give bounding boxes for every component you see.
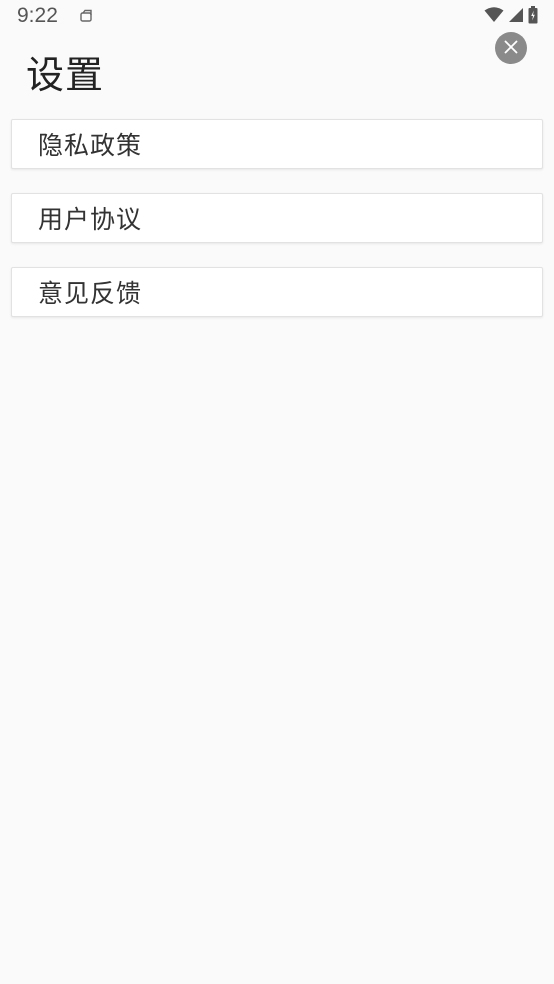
settings-menu: 隐私政策 用户协议 意见反馈: [11, 119, 543, 341]
notification-icon: [79, 8, 93, 22]
menu-item-label: 隐私政策: [38, 131, 143, 160]
menu-item-privacy-policy[interactable]: 隐私政策: [11, 119, 543, 169]
page-title: 设置: [26, 53, 105, 97]
close-button[interactable]: [495, 32, 527, 64]
close-icon: [504, 39, 518, 58]
signal-icon: [508, 7, 524, 23]
menu-item-label: 意见反馈: [38, 279, 143, 308]
menu-item-user-agreement[interactable]: 用户协议: [11, 193, 543, 243]
menu-item-feedback[interactable]: 意见反馈: [11, 267, 543, 317]
status-bar: 9:22: [0, 0, 554, 34]
menu-item-label: 用户协议: [38, 205, 143, 234]
status-icons: [484, 6, 538, 24]
battery-icon: [528, 6, 538, 24]
status-time: 9:22: [17, 4, 58, 27]
wifi-icon: [484, 7, 504, 23]
